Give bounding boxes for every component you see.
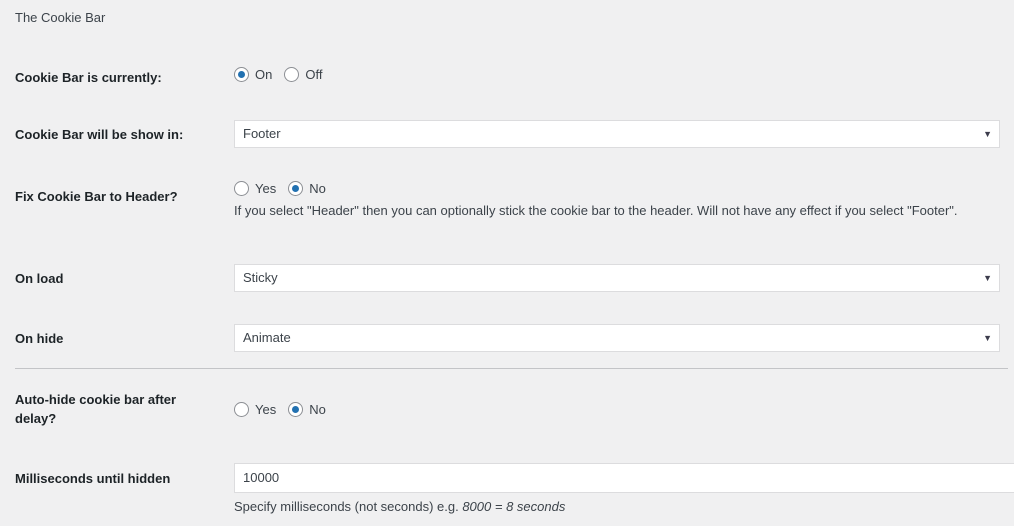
radio-label-off: Off <box>305 66 323 82</box>
select-on-load[interactable]: Sticky ▼ <box>234 264 1000 292</box>
input-milliseconds[interactable]: 10000 <box>234 463 1014 493</box>
label-on-load: On load <box>15 271 64 286</box>
field-show-in: Footer ▼ <box>234 120 1000 148</box>
input-milliseconds-value: 10000 <box>243 470 280 485</box>
field-auto-hide: Yes No <box>234 399 1014 419</box>
radio-option-off[interactable]: Off <box>284 66 322 83</box>
chevron-down-icon: ▼ <box>983 129 992 139</box>
label-on-hide: On hide <box>15 331 64 346</box>
field-on-hide: Animate ▼ <box>234 324 1000 352</box>
radio-label-autohide-yes: Yes <box>255 401 277 417</box>
radio-button-fix-no[interactable] <box>288 180 304 196</box>
field-fix-to-header: Yes No If you select "Header" then you c… <box>234 178 1000 221</box>
radio-option-fix-no[interactable]: No <box>288 180 326 197</box>
select-on-hide[interactable]: Animate ▼ <box>234 324 1000 352</box>
page-title: The Cookie Bar <box>15 10 106 25</box>
radio-group-fix-to-header: Yes No <box>234 178 1000 198</box>
radio-button-fix-yes[interactable] <box>234 180 249 196</box>
radio-label-fix-no: No <box>309 180 326 196</box>
help-text-fix-to-header: If you select "Header" then you can opti… <box>234 203 958 218</box>
radio-option-on[interactable]: On <box>234 66 272 83</box>
label-fix-to-header: Fix Cookie Bar to Header? <box>15 189 178 204</box>
chevron-down-icon: ▼ <box>983 333 992 343</box>
radio-option-autohide-yes[interactable]: Yes <box>234 401 276 418</box>
radio-button-autohide-yes[interactable] <box>234 401 249 417</box>
radio-group-cookie-bar-status: On Off <box>234 64 1014 84</box>
help-text-milliseconds: Specify milliseconds (not seconds) e.g. … <box>234 497 1014 517</box>
label-milliseconds: Milliseconds until hidden <box>15 471 171 486</box>
label-auto-hide: Auto-hide cookie bar after delay? <box>15 392 177 426</box>
label-show-in: Cookie Bar will be show in: <box>15 127 184 142</box>
help-text-milliseconds-prefix: Specify milliseconds (not seconds) e.g. <box>234 499 463 514</box>
select-on-hide-value: Animate <box>243 330 291 345</box>
field-cookie-bar-status: On Off <box>234 64 1014 84</box>
section-divider <box>15 368 1008 369</box>
field-on-load: Sticky ▼ <box>234 264 1000 292</box>
help-text-milliseconds-example: 8000 = 8 seconds <box>462 499 566 514</box>
radio-button-on[interactable] <box>234 66 249 82</box>
radio-label-autohide-no: No <box>309 401 326 417</box>
select-show-in-value: Footer <box>243 126 281 141</box>
radio-label-fix-yes: Yes <box>255 180 277 196</box>
radio-option-fix-yes[interactable]: Yes <box>234 180 276 197</box>
radio-button-off[interactable] <box>284 66 300 82</box>
select-show-in[interactable]: Footer ▼ <box>234 120 1000 148</box>
field-milliseconds: 10000 Specify milliseconds (not seconds)… <box>234 463 1014 517</box>
chevron-down-icon: ▼ <box>983 273 992 283</box>
label-cookie-bar-status: Cookie Bar is currently: <box>15 70 162 85</box>
radio-button-autohide-no[interactable] <box>288 401 304 417</box>
settings-page: The Cookie Bar Cookie Bar is currently: … <box>0 0 1014 526</box>
radio-label-on: On <box>255 66 273 82</box>
radio-option-autohide-no[interactable]: No <box>288 401 326 418</box>
radio-group-auto-hide: Yes No <box>234 399 1014 419</box>
select-on-load-value: Sticky <box>243 270 278 285</box>
